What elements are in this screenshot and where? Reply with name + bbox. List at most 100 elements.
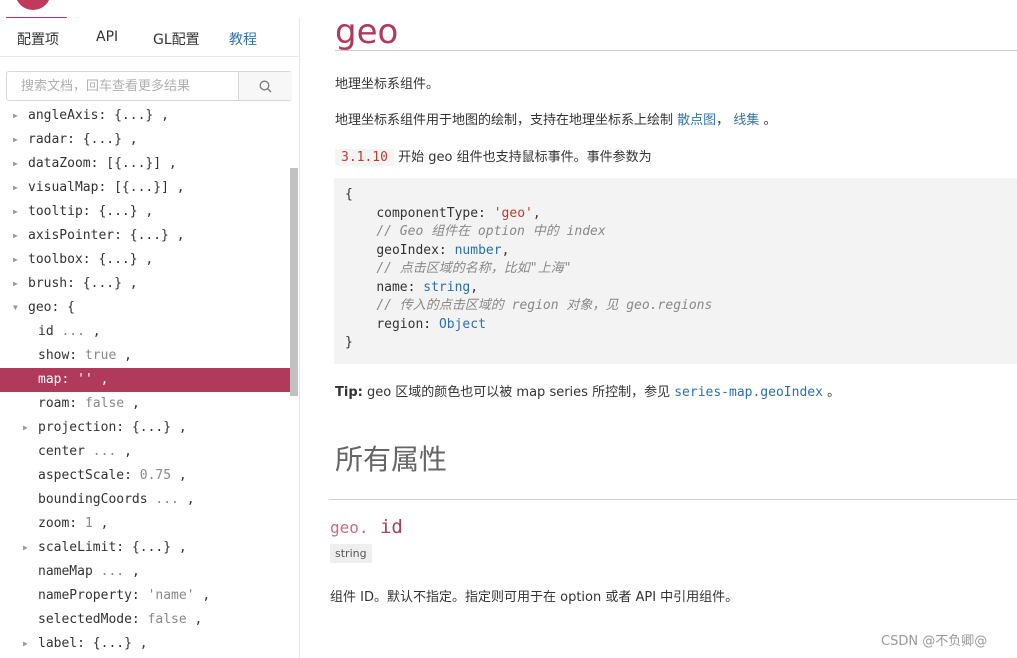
tree-item-label: nameProperty: 'name' , bbox=[38, 584, 210, 608]
caret-right-icon[interactable]: ▶ bbox=[13, 248, 18, 272]
tree-item[interactable]: show: true , bbox=[0, 344, 290, 368]
tip-label: Tip: bbox=[335, 385, 363, 400]
tree-item-key: label: bbox=[38, 636, 85, 651]
tree-item[interactable]: center ... , bbox=[0, 440, 290, 464]
description-end: 。 bbox=[763, 113, 777, 128]
code-block: { componentType: 'geo', // Geo 组件在 optio… bbox=[334, 178, 1017, 364]
tree-item-suffix: , bbox=[178, 540, 187, 555]
tree-item-key: toolbox: bbox=[28, 252, 91, 267]
watermark: CSDN @不负卿@ bbox=[881, 634, 988, 649]
tab-option[interactable]: 配置项 bbox=[17, 29, 59, 49]
caret-right-icon[interactable]: ▶ bbox=[23, 536, 28, 560]
tree-item[interactable]: ▶ label: {...} , bbox=[0, 632, 290, 656]
tree-item-label: visualMap: [{...}] , bbox=[28, 176, 185, 200]
code-key: region: bbox=[376, 316, 439, 332]
tree-item-suffix: , bbox=[194, 612, 203, 627]
tree-item-key: center bbox=[38, 444, 85, 459]
tree-item[interactable]: roam: false , bbox=[0, 392, 290, 416]
tree-item-key: nameProperty: bbox=[38, 588, 140, 603]
tree-item-suffix: , bbox=[139, 636, 148, 651]
tree-item-value: [{...}] bbox=[114, 180, 169, 195]
tree-item[interactable]: ▶ tooltip: {...} , bbox=[0, 200, 290, 224]
tree-item[interactable]: ▶ scaleLimit: {...} , bbox=[0, 536, 290, 560]
tree-item[interactable]: ▶ brush: {...} , bbox=[0, 272, 290, 296]
lines-link[interactable]: 线集 bbox=[733, 113, 759, 128]
tab-api[interactable]: API bbox=[96, 29, 118, 45]
tree-item-suffix: , bbox=[124, 444, 132, 459]
series-map-geoindex-link[interactable]: series-map.geoIndex bbox=[674, 385, 823, 400]
property-prefix: geo. bbox=[330, 518, 369, 537]
tree-item-value: {...} bbox=[92, 636, 132, 651]
tree-item-label: geo: { bbox=[28, 296, 75, 320]
code-punct: , bbox=[501, 242, 510, 258]
tree-item[interactable]: nameProperty: 'name' , bbox=[0, 584, 290, 608]
tree-item[interactable]: ▶ dataZoom: [{...}] , bbox=[0, 152, 290, 176]
caret-right-icon[interactable]: ▶ bbox=[13, 272, 18, 296]
tree-item[interactable]: ▼ geo: { bbox=[0, 296, 290, 320]
tree-item-label: center ... , bbox=[38, 440, 132, 464]
caret-right-icon[interactable]: ▶ bbox=[13, 176, 18, 200]
tree-item-key: brush: bbox=[28, 276, 75, 291]
doc-tabs: 配置项 API GL配置 教程 bbox=[0, 18, 299, 57]
tree-item[interactable]: ▶ toolbox: {...} , bbox=[0, 248, 290, 272]
tree-item-suffix: , bbox=[145, 252, 154, 267]
tree-item-key: zoom: bbox=[38, 516, 78, 531]
page-title: geo bbox=[335, 12, 399, 52]
code-punct: , bbox=[532, 205, 541, 221]
code-comment: // Geo 组件在 option 中的 index bbox=[376, 224, 606, 239]
tree-item[interactable]: selectedMode: false , bbox=[0, 608, 290, 632]
tree-item-value: 'name' bbox=[147, 588, 195, 603]
caret-right-icon[interactable]: ▶ bbox=[23, 632, 28, 656]
tree-item[interactable]: ▶ projection: {...} , bbox=[0, 416, 290, 440]
sidebar-scrollbar[interactable] bbox=[290, 168, 298, 396]
tree-item-key: axisPointer: bbox=[28, 228, 122, 243]
search-input[interactable] bbox=[7, 72, 238, 100]
tree-item-label: axisPointer: {...} , bbox=[28, 224, 185, 248]
tree-item-suffix: , bbox=[92, 324, 101, 339]
tree-item-value: {...} bbox=[98, 252, 138, 267]
tree-item[interactable]: nameMap ... , bbox=[0, 560, 290, 584]
tree-item-value: {...} bbox=[131, 420, 172, 435]
tree-item[interactable]: ▶ visualMap: [{...}] , bbox=[0, 176, 290, 200]
property-heading[interactable]: geo. id bbox=[330, 516, 403, 538]
tree-item-suffix: , bbox=[176, 228, 185, 243]
caret-right-icon[interactable]: ▶ bbox=[13, 152, 18, 176]
tree-item[interactable]: id ... , bbox=[0, 320, 290, 344]
tree-item[interactable]: ▶ angleAxis: {...} , bbox=[0, 104, 290, 128]
caret-right-icon[interactable]: ▶ bbox=[13, 224, 18, 248]
intro-text: 地理坐标系组件。 bbox=[335, 77, 440, 92]
tab-tutorial[interactable]: 教程 bbox=[229, 29, 257, 49]
tree-item[interactable]: ▶ axisPointer: {...} , bbox=[0, 224, 290, 248]
code-brace-close: } bbox=[345, 335, 353, 350]
tree-item[interactable]: map: '' , bbox=[0, 368, 290, 392]
tree-item[interactable]: aspectScale: 0.75 , bbox=[0, 464, 290, 488]
caret-down-icon[interactable]: ▼ bbox=[13, 296, 18, 320]
tree-item-key: scaleLimit: bbox=[38, 540, 125, 555]
tree-item[interactable]: boundingCoords ... , bbox=[0, 488, 290, 512]
tree-item[interactable]: zoom: 1 , bbox=[0, 512, 290, 536]
caret-right-icon[interactable]: ▶ bbox=[13, 104, 18, 128]
tree-item-value: [{...}] bbox=[106, 156, 162, 171]
tab-gl-option[interactable]: GL配置 bbox=[153, 29, 200, 49]
search-button[interactable] bbox=[238, 72, 292, 100]
code-value: string bbox=[423, 279, 471, 295]
tree-item-suffix: , bbox=[100, 372, 109, 387]
tree-item-key: visualMap: bbox=[28, 180, 107, 195]
caret-right-icon[interactable]: ▶ bbox=[13, 200, 18, 224]
tree-item-suffix: , bbox=[100, 516, 109, 531]
tree-item[interactable]: ▶ radar: {...} , bbox=[0, 128, 290, 152]
code-value: Object bbox=[438, 316, 486, 332]
caret-right-icon[interactable]: ▶ bbox=[13, 128, 18, 152]
tree-item-key: tooltip: bbox=[28, 204, 91, 219]
all-properties-heading: 所有属性 bbox=[335, 443, 448, 476]
scatter-link[interactable]: 散点图 bbox=[677, 113, 716, 128]
caret-right-icon[interactable]: ▶ bbox=[23, 416, 28, 440]
tree-item-value: {...} bbox=[98, 204, 138, 219]
title-divider bbox=[335, 50, 1017, 51]
tree-item-label: tooltip: {...} , bbox=[28, 200, 153, 224]
echarts-logo-icon[interactable] bbox=[6, 0, 60, 18]
tip: Tip: geo 区域的颜色也可以被 map series 所控制，参见 ser… bbox=[335, 381, 840, 400]
tree-item-key: boundingCoords bbox=[38, 492, 148, 507]
tree-item-key: radar: bbox=[28, 132, 75, 147]
tree-item-suffix: , bbox=[124, 348, 132, 363]
